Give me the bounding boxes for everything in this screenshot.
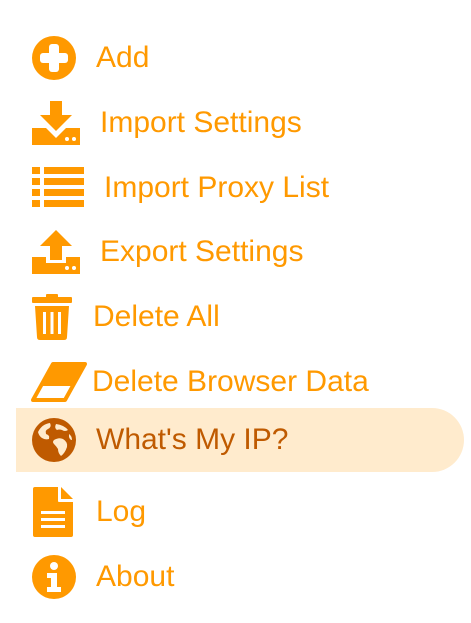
list-icon [32, 167, 84, 209]
menu-item-delete-browser-data[interactable]: Delete Browser Data [16, 350, 464, 414]
trash-icon [32, 294, 72, 340]
download-icon [32, 101, 80, 145]
document-icon [33, 487, 73, 537]
menu-item-label: About [96, 560, 175, 593]
globe-icon [32, 418, 76, 462]
plus-circle-icon [32, 36, 76, 80]
info-icon [32, 555, 76, 599]
menu-item-delete-all[interactable]: Delete All [16, 285, 464, 349]
menu-item-label: Import Proxy List [104, 171, 330, 204]
menu-item-label: Delete Browser Data [92, 365, 369, 398]
menu-item-log[interactable]: Log [16, 480, 464, 544]
menu-item-add[interactable]: Add [16, 26, 464, 90]
menu-item-import-proxy-list[interactable]: Import Proxy List [16, 156, 464, 220]
main-menu: Add Import Settings Import Proxy List Ex… [0, 0, 471, 623]
menu-item-label: Export Settings [100, 235, 304, 268]
upload-icon [32, 230, 80, 274]
menu-item-import-settings[interactable]: Import Settings [16, 91, 464, 155]
menu-item-label: Add [96, 41, 150, 74]
menu-item-label: Import Settings [100, 106, 302, 139]
menu-item-about[interactable]: About [16, 545, 464, 609]
menu-item-label: Delete All [93, 300, 220, 333]
menu-item-label: Log [96, 495, 147, 528]
menu-item-label: What's My IP? [96, 423, 289, 456]
menu-item-whats-my-ip[interactable]: What's My IP? [16, 408, 464, 472]
menu-item-export-settings[interactable]: Export Settings [16, 220, 464, 284]
eraser-icon [31, 362, 87, 402]
